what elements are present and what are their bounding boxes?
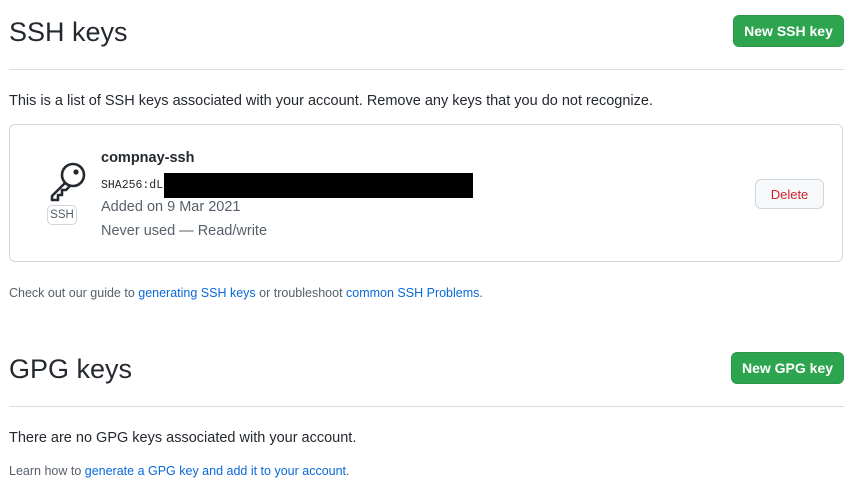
ssh-key-added-date: Added on 9 Mar 2021 (101, 199, 241, 215)
new-ssh-key-button[interactable]: New SSH key (733, 15, 844, 47)
gpg-keys-heading: GPG keys (9, 354, 133, 384)
ssh-section-divider (9, 69, 844, 70)
ssh-key-usage: Never used — Read/write (101, 223, 268, 239)
gpg-learn-note: Learn how to generate a GPG key and add … (9, 464, 350, 478)
common-ssh-problems-link[interactable]: common SSH Problems (346, 286, 479, 300)
ssh-keys-heading: SSH keys (9, 17, 128, 47)
ssh-key-item: SSH compnay-ssh SHA256:dL Added on 9 Mar… (9, 124, 843, 262)
new-gpg-key-button[interactable]: New GPG key (731, 352, 844, 384)
delete-ssh-key-button[interactable]: Delete (755, 179, 824, 209)
ssh-key-fingerprint: SHA256:dL (101, 173, 474, 198)
ssh-key-title: compnay-ssh (101, 150, 195, 166)
ssh-guide-suffix: . (479, 286, 483, 300)
fingerprint-redaction (164, 173, 474, 198)
generate-gpg-key-link[interactable]: generate a GPG key and add it to your ac… (85, 464, 346, 478)
gpg-empty-message: There are no GPG keys associated with yo… (9, 430, 357, 446)
ssh-guide-prefix: Check out our guide to (9, 286, 139, 300)
gpg-learn-suffix: . (346, 464, 350, 478)
fingerprint-text: SHA256:dL (101, 179, 164, 192)
generating-ssh-keys-link[interactable]: generating SSH keys (138, 286, 255, 300)
gpg-learn-prefix: Learn how to (9, 464, 85, 478)
key-icon (50, 162, 86, 202)
gpg-section-divider (9, 406, 844, 407)
key-type-badge: SSH (47, 205, 77, 225)
ssh-guide-middle: or troubleshoot (255, 286, 347, 300)
ssh-guide-note: Check out our guide to generating SSH ke… (9, 286, 483, 300)
ssh-keys-intro: This is a list of SSH keys associated wi… (9, 93, 653, 109)
